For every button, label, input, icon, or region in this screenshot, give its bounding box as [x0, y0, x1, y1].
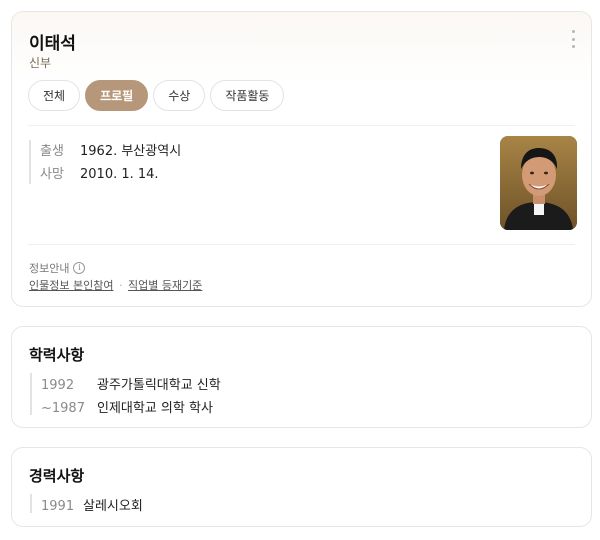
education-bar — [30, 373, 32, 415]
tab-profile[interactable]: 프로필 — [85, 80, 149, 111]
tab-all[interactable]: 전체 — [28, 80, 81, 111]
career-card: 경력사항 1991 살레시오회 — [11, 447, 592, 527]
info-bar — [29, 140, 31, 184]
education-text: 광주가톨릭대학교 신학 — [97, 378, 221, 393]
person-role: 신부 — [29, 56, 52, 70]
person-name[interactable]: 이태석 — [29, 29, 76, 54]
registration-criteria-link[interactable]: 직업별 등재기준 — [128, 279, 202, 292]
divider — [28, 125, 575, 126]
death-value: 2010. 1. 14. — [80, 167, 159, 182]
education-text: 인제대학교 의학 학사 — [97, 401, 213, 416]
education-title: 학력사항 — [29, 346, 85, 364]
education-year: 1992 — [41, 378, 75, 393]
profile-tabs: 전체 프로필 수상 작품활동 — [28, 80, 285, 111]
more-options-icon[interactable] — [569, 30, 577, 48]
tab-awards[interactable]: 수상 — [153, 80, 206, 111]
tab-works[interactable]: 작품활동 — [210, 80, 285, 111]
birth-key: 출생 — [40, 144, 64, 159]
death-key: 사망 — [40, 167, 64, 182]
self-participation-link[interactable]: 인물정보 본인참여 — [29, 279, 113, 292]
info-notice-label: 정보안내 — [29, 262, 70, 275]
profile-card: 이태석 신부 전체 프로필 수상 작품활동 출생 1962. 부산광역시 사망 20… — [11, 11, 592, 307]
education-row: ~1987 인제대학교 의학 학사 — [41, 397, 213, 416]
info-icon[interactable]: i — [73, 262, 86, 274]
divider — [28, 244, 575, 245]
career-row: 1991 살레시오회 — [41, 495, 143, 514]
education-card: 학력사항 1992 광주가톨릭대학교 신학 ~1987 인제대학교 의학 학사 — [11, 326, 592, 428]
person-portrait-icon — [500, 136, 577, 230]
career-year: 1991 — [41, 499, 75, 514]
birth-value: 1962. 부산광역시 — [80, 144, 182, 159]
birth-row: 출생 1962. 부산광역시 — [40, 140, 181, 159]
death-row: 사망 2010. 1. 14. — [40, 163, 159, 182]
info-links: 인물정보 본인참여 · 직업별 등재기준 — [29, 277, 202, 293]
profile-header-background — [12, 12, 591, 82]
education-year: ~1987 — [41, 401, 85, 416]
career-title: 경력사항 — [29, 467, 85, 485]
profile-photo[interactable] — [500, 136, 577, 230]
education-row: 1992 광주가톨릭대학교 신학 — [41, 374, 221, 393]
link-separator: · — [118, 279, 123, 292]
info-notice[interactable]: 정보안내 i — [29, 260, 86, 276]
career-text: 살레시오회 — [83, 499, 143, 514]
career-bar — [30, 494, 32, 513]
